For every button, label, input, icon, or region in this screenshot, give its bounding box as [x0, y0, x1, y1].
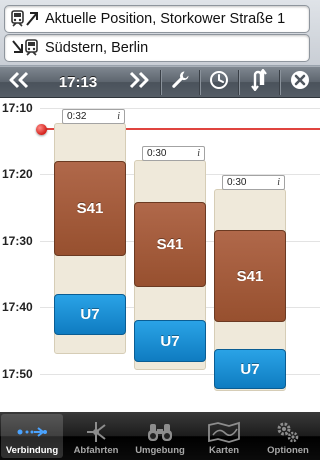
connection-duration-label: 0:30 i: [142, 146, 205, 161]
timetable[interactable]: 17:10 17:20 17:30 17:40 17:50 0:32 i S41…: [0, 98, 320, 412]
close-icon: [290, 70, 310, 95]
tab-abfahrten[interactable]: Abfahrten: [65, 414, 127, 458]
later-button[interactable]: [118, 67, 160, 98]
tab-label: Abfahrten: [73, 445, 119, 456]
origin-field[interactable]: Aktuelle Position, Storkower Straße 1: [4, 5, 310, 33]
route-connection-icon: [17, 419, 47, 445]
gears-icon: [275, 419, 301, 445]
tab-karten[interactable]: Karten: [193, 414, 255, 458]
duration-text: 0:32: [67, 111, 87, 122]
time-tick: 17:40: [2, 300, 33, 314]
time-tick: 17:10: [2, 101, 33, 115]
connection-card[interactable]: 0:30 i S41 U7: [134, 146, 206, 370]
connection-card[interactable]: 0:30 i S41 U7: [214, 175, 286, 391]
tab-verbindung[interactable]: Verbindung: [1, 414, 63, 458]
info-icon[interactable]: i: [117, 111, 120, 122]
toolbar: 17:13: [0, 66, 320, 98]
tab-label: Verbindung: [5, 445, 59, 456]
earlier-button[interactable]: [0, 67, 38, 98]
ubahn-segment[interactable]: U7: [214, 349, 286, 389]
tab-bar: Verbindung Abfahrten Umgebung Karten Opt…: [0, 412, 320, 460]
swap-arrows-icon: [249, 68, 269, 96]
info-icon[interactable]: i: [277, 177, 280, 188]
duration-text: 0:30: [147, 148, 167, 159]
departures-icon: [83, 419, 109, 445]
double-chevron-left-icon: [8, 71, 30, 94]
map-icon: [207, 419, 241, 445]
destination-field[interactable]: Südstern, Berlin: [4, 34, 310, 62]
current-time-marker: [36, 124, 47, 135]
ubahn-segment[interactable]: U7: [134, 320, 206, 362]
info-icon[interactable]: i: [197, 148, 200, 159]
close-button[interactable]: [280, 67, 320, 98]
destination-text: Südstern, Berlin: [45, 40, 149, 56]
settings-button[interactable]: [161, 67, 199, 98]
route-header: Aktuelle Position, Storkower Straße 1 Sü…: [0, 0, 320, 66]
departure-time[interactable]: 17:13: [38, 67, 118, 98]
time-picker-button[interactable]: [200, 67, 238, 98]
train-to-icon: [5, 6, 45, 32]
tab-label: Umgebung: [135, 445, 185, 456]
connection-duration-label: 0:32 i: [62, 109, 125, 124]
sbahn-segment[interactable]: S41: [214, 230, 286, 322]
time-tick: 17:30: [2, 234, 33, 248]
origin-text: Aktuelle Position, Storkower Straße 1: [45, 11, 286, 27]
double-chevron-right-icon: [128, 71, 150, 94]
time-tick: 17:20: [2, 167, 33, 181]
ubahn-segment[interactable]: U7: [54, 294, 126, 335]
swap-route-button[interactable]: [239, 67, 279, 98]
duration-text: 0:30: [227, 177, 247, 188]
wrench-icon: [170, 70, 190, 95]
train-from-icon: [5, 35, 45, 61]
connection-card[interactable]: 0:32 i S41 U7: [54, 109, 126, 354]
time-tick: 17:50: [2, 367, 33, 381]
tab-optionen[interactable]: Optionen: [257, 414, 319, 458]
connection-duration-label: 0:30 i: [222, 175, 285, 190]
sbahn-segment[interactable]: S41: [134, 202, 206, 287]
sbahn-segment[interactable]: S41: [54, 161, 126, 256]
tab-umgebung[interactable]: Umgebung: [129, 414, 191, 458]
binoculars-icon: [146, 419, 174, 445]
clock-icon: [209, 70, 229, 95]
tab-label: Karten: [208, 445, 240, 456]
tab-label: Optionen: [267, 445, 309, 456]
